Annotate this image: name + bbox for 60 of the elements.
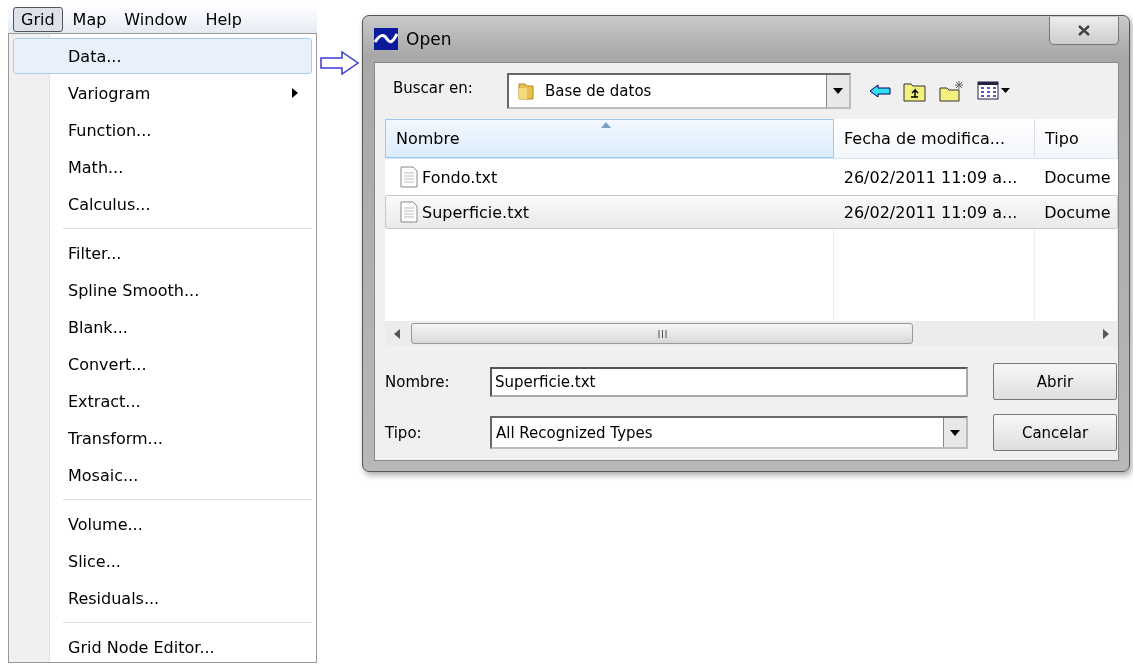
scroll-left-icon xyxy=(393,328,401,339)
window-title: Open xyxy=(406,29,452,49)
up-folder-icon xyxy=(903,80,927,102)
folder-icon xyxy=(517,81,535,101)
menu-title[interactable]: Map xyxy=(64,6,115,32)
file-name-field[interactable]: Superficie.txt xyxy=(490,366,968,397)
column-header[interactable]: Fecha de modifica... xyxy=(834,119,1035,158)
menu-item[interactable]: Transform... xyxy=(13,420,312,456)
file-name: Fondo.txt xyxy=(422,167,498,187)
menu-item[interactable]: Mosaic... xyxy=(13,457,312,493)
view-menu-icon xyxy=(977,81,1011,101)
menu-item[interactable]: Data... xyxy=(13,38,312,74)
file-type: Docume xyxy=(1043,201,1112,224)
file-type: Docume xyxy=(1043,166,1112,189)
close-icon xyxy=(1078,25,1090,36)
menu-item[interactable]: Slice... xyxy=(13,543,312,579)
menu-item[interactable]: Filter... xyxy=(13,235,312,271)
close-button[interactable] xyxy=(1049,17,1119,45)
menu-item[interactable]: Variogram xyxy=(13,75,312,111)
scroll-right-icon xyxy=(1102,328,1110,339)
menu-item[interactable]: Math... xyxy=(13,149,312,185)
menu-title[interactable]: Grid xyxy=(13,6,63,32)
menu-item[interactable]: Extract... xyxy=(13,383,312,419)
menu-item[interactable]: Volume... xyxy=(13,506,312,542)
cancel-button[interactable]: Cancelar xyxy=(993,414,1117,451)
menu-item[interactable]: Calculus... xyxy=(13,186,312,222)
file-row[interactable]: Superficie.txt 26/02/2011 11:09 a... Docume xyxy=(385,195,1118,229)
look-in-label: Buscar en: xyxy=(393,79,474,97)
open-button[interactable]: Abrir xyxy=(993,363,1117,400)
file-name-label: Nombre: xyxy=(385,372,451,391)
scroll-thumb[interactable] xyxy=(411,323,913,344)
dropdown-arrow-icon xyxy=(950,429,960,436)
text-file-icon xyxy=(400,201,418,223)
menu-item[interactable]: Convert... xyxy=(13,346,312,382)
menu-title[interactable]: Help xyxy=(197,6,250,32)
outline-arrow-icon xyxy=(320,51,360,75)
horizontal-scrollbar[interactable] xyxy=(385,321,1118,346)
menu-item[interactable]: Grid Node Editor... xyxy=(13,629,312,664)
back-arrow-icon xyxy=(869,83,891,99)
grip-icon xyxy=(657,329,667,338)
dropdown-arrow-icon xyxy=(833,88,843,94)
sort-arrow-icon xyxy=(601,122,611,128)
menu-item[interactable]: Blank... xyxy=(13,309,312,345)
menu-item[interactable]: Residuals... xyxy=(13,580,312,616)
column-header[interactable]: Nombre xyxy=(385,119,834,158)
look-in-dropdown[interactable]: Base de datos xyxy=(507,73,851,109)
column-header[interactable]: Tipo xyxy=(1035,119,1118,158)
file-row[interactable]: Fondo.txt 26/02/2011 11:09 a... Docume xyxy=(385,160,1118,194)
file-name: Superficie.txt xyxy=(422,202,530,222)
file-type-dropdown[interactable]: All Recognized Types xyxy=(490,416,968,449)
file-date: 26/02/2011 11:09 a... xyxy=(842,166,1019,189)
menu-item[interactable]: Function... xyxy=(13,112,312,148)
text-file-icon xyxy=(400,166,418,188)
submenu-arrow-icon xyxy=(291,87,299,99)
menu-title[interactable]: Window xyxy=(116,6,196,32)
new-folder-icon xyxy=(939,80,965,102)
app-wave-icon xyxy=(374,28,398,50)
menu-item[interactable]: Spline Smooth... xyxy=(13,272,312,308)
file-type-label: Tipo: xyxy=(385,423,423,442)
file-date: 26/02/2011 11:09 a... xyxy=(842,201,1019,224)
